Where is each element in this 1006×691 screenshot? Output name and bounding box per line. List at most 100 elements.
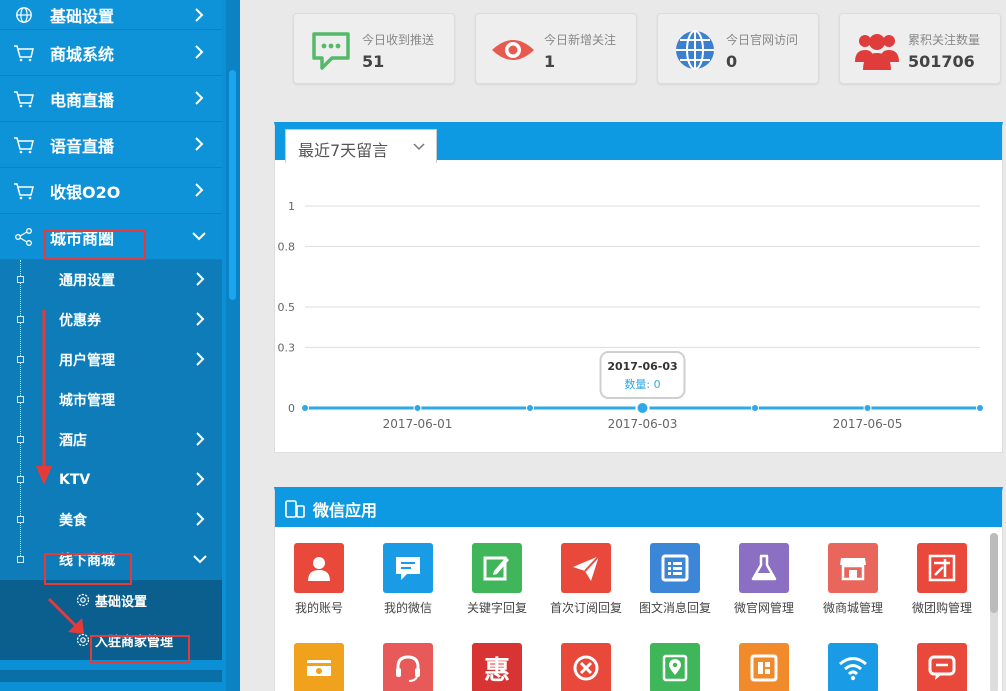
wechat-apps-header: 微信应用 — [275, 491, 1002, 527]
stat-value: 1 — [544, 52, 556, 71]
tree-node-icon — [17, 556, 24, 563]
app-item[interactable] — [274, 643, 364, 691]
tree-node-icon — [17, 396, 24, 403]
sidebar-item-cashier-o2o[interactable]: 收银O2O — [0, 168, 222, 214]
app-item[interactable]: 微团购管理 — [897, 543, 987, 616]
app-item[interactable]: 微官网管理 — [719, 543, 809, 616]
app-item[interactable]: 关键字回复 — [452, 543, 542, 616]
submenu-item-general-settings[interactable]: 通用设置 — [0, 260, 222, 300]
submenu-item-label: 酒店 — [59, 433, 87, 449]
app-item[interactable]: 我的账号 — [274, 543, 364, 616]
app-item[interactable] — [719, 643, 809, 691]
chevron-right-icon — [196, 312, 205, 326]
chevron-right-icon — [196, 272, 205, 286]
y-tick-label: 0.3 — [278, 341, 296, 354]
tree-node-icon — [17, 356, 24, 363]
tooltip-value: 数量: 0 — [624, 378, 660, 391]
sidebar-item-ecommerce-live[interactable]: 电商直播 — [0, 76, 222, 122]
stat-value: 0 — [726, 52, 738, 71]
grid-icon — [739, 643, 789, 691]
date-range-select-value: 最近7天留言 — [298, 141, 389, 160]
app-item[interactable] — [363, 643, 453, 691]
annotation-arrow-icon — [47, 597, 84, 634]
tree-node-icon — [17, 276, 24, 283]
message-icon — [312, 32, 350, 70]
x-tick-label: 2017-06-03 — [608, 417, 678, 431]
data-point — [526, 404, 534, 412]
y-tick-label: 0.5 — [278, 301, 296, 314]
app-label: 图文消息回复 — [638, 601, 711, 615]
app-item[interactable] — [808, 643, 898, 691]
user-icon — [294, 543, 344, 593]
close-circle-icon — [561, 643, 611, 691]
comment-icon — [917, 643, 967, 691]
sidebar-item-basic-settings[interactable]: 基础设置 — [0, 0, 222, 30]
highlight-box — [90, 635, 190, 663]
chevron-down-icon — [192, 232, 206, 241]
shop-icon — [828, 543, 878, 593]
line-chart: 1 0.8 0.5 0.3 0 2017-06-01 2017-06-03 2017-06-0… — [278, 200, 984, 431]
chart-tooltip — [599, 351, 686, 399]
chevron-down-icon — [193, 555, 207, 564]
chevron-right-icon — [195, 45, 204, 59]
app-item[interactable] — [630, 643, 720, 691]
date-range-select[interactable]: 最近7天留言 — [285, 129, 437, 163]
sidebar-item-mall[interactable]: 商城系统 — [0, 30, 222, 76]
cart-icon — [12, 90, 36, 108]
app-item[interactable]: 惠 — [452, 643, 542, 691]
sidebar-item-label: 收银O2O — [50, 182, 121, 202]
headset-icon — [383, 643, 433, 691]
x-tick-label: 2017-06-05 — [833, 417, 903, 431]
stat-value: 501706 — [908, 52, 975, 71]
highlight-box — [44, 553, 132, 585]
tree-node-icon — [17, 476, 24, 483]
app-item[interactable]: 微商城管理 — [808, 543, 898, 616]
apps-scrollbar-thumb[interactable] — [990, 533, 998, 613]
app-item[interactable] — [541, 643, 631, 691]
submenu-item-label: 城市管理 — [59, 393, 115, 409]
sidebar-item-voice-live[interactable]: 语音直播 — [0, 122, 222, 168]
app-item[interactable]: 图文消息回复 — [630, 543, 720, 616]
sidebar-item-label: 语音直播 — [50, 136, 115, 156]
chevron-right-icon — [196, 352, 205, 366]
flask-icon — [739, 543, 789, 593]
devices-icon — [285, 500, 305, 518]
group-icon — [917, 543, 967, 593]
app-label: 微团购管理 — [911, 601, 972, 615]
app-item[interactable]: 我的微信 — [363, 543, 453, 616]
data-point — [413, 404, 422, 412]
users-icon — [855, 34, 899, 70]
highlight-box — [44, 230, 146, 260]
submenu-item-label: 通用设置 — [59, 273, 115, 289]
data-point — [863, 404, 872, 412]
submenu-item-label: 优惠券 — [59, 313, 101, 329]
edit-icon — [472, 543, 522, 593]
sidebar-scrollbar-thumb[interactable] — [229, 70, 236, 300]
app-label: 我的微信 — [383, 601, 432, 615]
app-icon-glyph: 惠 — [483, 655, 510, 686]
annotation-arrow-icon — [36, 310, 52, 485]
submenu-item-label: 美食 — [59, 513, 87, 529]
stat-value: 51 — [362, 52, 385, 71]
chevron-right-icon — [195, 183, 204, 197]
chevron-right-icon — [196, 472, 205, 486]
data-point — [635, 401, 650, 415]
submenu-item-offline-basic-settings[interactable]: 基础设置 — [0, 580, 222, 620]
eye-icon — [492, 40, 534, 60]
list-icon — [650, 543, 700, 593]
chevron-down-icon — [413, 143, 425, 151]
chevron-right-icon — [195, 8, 204, 22]
wechat-apps-title: 微信应用 — [313, 501, 378, 520]
submenu-item-food[interactable]: 美食 — [0, 500, 222, 540]
submenu-item-label: 基础设置 — [95, 594, 148, 610]
sidebar-item-label: 基础设置 — [50, 6, 115, 26]
data-point — [751, 404, 759, 412]
tooltip-date: 2017-06-03 — [607, 360, 677, 373]
tree-node-icon — [17, 316, 24, 323]
sidebar-hscrollbar[interactable] — [0, 670, 222, 682]
app-item[interactable]: 首次订阅回复 — [541, 543, 631, 616]
chevron-right-icon — [196, 512, 205, 526]
submenu-item-label: KTV — [59, 472, 91, 488]
app-item[interactable] — [897, 643, 987, 691]
data-point — [301, 404, 309, 412]
